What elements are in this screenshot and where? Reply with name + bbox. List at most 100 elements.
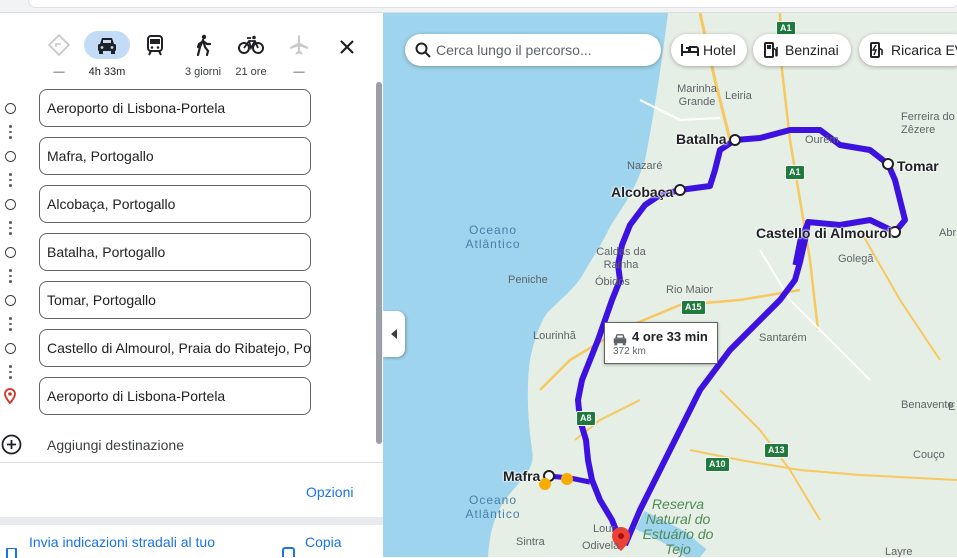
- stop-4-input[interactable]: Batalha, Portogallo: [39, 233, 311, 271]
- collapse-panel-button[interactable]: [383, 311, 405, 357]
- waypoint-circle-icon: [5, 343, 16, 354]
- gas-station-icon: [764, 42, 778, 58]
- divider: [0, 462, 383, 463]
- map-label-reserve: Reserva Natural do Estuário do Tejo: [642, 496, 714, 557]
- options-button[interactable]: Opzioni: [306, 484, 353, 500]
- road-shield-a10: A10: [705, 457, 730, 472]
- map-label-marinha-grande: Marinha Grande: [677, 83, 717, 108]
- chip-gas-stations[interactable]: Benzinai: [753, 34, 851, 66]
- map-label-batalha[interactable]: Batalha: [676, 131, 727, 147]
- ev-charging-icon: [870, 42, 883, 58]
- road-shield-a15: A15: [681, 300, 706, 315]
- stop-7: Aeroporto di Lisbona-Portela: [0, 377, 383, 417]
- map-label-layre: Layre: [885, 546, 913, 557]
- road-shield-a1b: A1: [785, 165, 805, 180]
- waypoint-circle-icon: [5, 295, 16, 306]
- send-directions-row: Invia indicazioni stradali al tuo Copia: [0, 533, 383, 558]
- map-label-alcobaca[interactable]: Alcobaça: [611, 184, 673, 200]
- map-label-mafra[interactable]: Mafra: [503, 468, 540, 484]
- waypoint-circle-icon: [5, 151, 16, 162]
- waypoint-circle-icon: [5, 103, 16, 114]
- route-duration: 4 ore 33 min: [632, 329, 708, 344]
- search-placeholder: Cerca lungo il percorso...: [436, 42, 592, 58]
- walking-icon: [180, 31, 226, 59]
- chip-hotel[interactable]: Hotel: [671, 34, 747, 66]
- travel-modes: — 4h 33m 3 giorni 21 ore —: [34, 27, 374, 89]
- diamond-route-icon: [36, 31, 82, 59]
- add-circle-icon: [1, 434, 22, 455]
- road-shield-a8: A8: [576, 411, 596, 426]
- chip-ev-charging[interactable]: Ricarica EV: [859, 34, 957, 66]
- map-label-obidos: Óbidos: [595, 276, 630, 288]
- waypoint-circle-icon: [5, 247, 16, 258]
- close-button[interactable]: [333, 33, 361, 61]
- copy-link[interactable]: Copia: [305, 534, 342, 550]
- stop-3-input[interactable]: Alcobaça, Portogallo: [39, 185, 311, 223]
- mode-flights[interactable]: —: [274, 27, 324, 89]
- directions-panel: — 4h 33m 3 giorni 21 ore — Aeroporto di …: [0, 13, 383, 558]
- bicycle-icon: [228, 31, 274, 59]
- stop-2-input[interactable]: Mafra, Portogallo: [39, 137, 311, 175]
- car-icon: [613, 334, 627, 346]
- map-canvas[interactable]: Batalha Tomar Alcobaça Castello di Almou…: [383, 13, 957, 557]
- map-label-almourol[interactable]: Castello di Almourol: [756, 225, 892, 241]
- section-divider: [0, 517, 383, 525]
- stop-5: Tomar, Portogallo: [0, 281, 383, 321]
- map-label-tomar[interactable]: Tomar: [897, 158, 939, 174]
- road-shield-a13: A13: [764, 443, 789, 458]
- stop-3: Alcobaça, Portogallo: [0, 185, 383, 225]
- chevron-left-icon: [391, 329, 397, 339]
- mode-walking[interactable]: 3 giorni: [178, 27, 228, 89]
- stop-7-input[interactable]: Aeroporto di Lisbona-Portela: [39, 377, 311, 415]
- stop-1: Aeroporto di Lisbona-Portela: [0, 89, 383, 129]
- map-label-odivela: Odivela: [582, 540, 620, 552]
- map-label-nazare: Nazaré: [627, 160, 663, 172]
- chip-ev-label: Ricarica EV: [891, 42, 957, 58]
- browser-top-strip: [0, 0, 957, 13]
- map-label-caldas: Caldas da Rainha: [596, 246, 646, 271]
- car-icon: [84, 31, 130, 59]
- map-label-ferreira: Ferreira do Zêzere: [901, 111, 955, 136]
- map-label-e: E: [948, 401, 956, 413]
- map-label-leiria: Leiria: [725, 90, 752, 102]
- stop-6-input[interactable]: Castello di Almourol, Praia do Ribatejo,…: [39, 329, 311, 367]
- copy-link-icon: [282, 547, 295, 557]
- map-label-ocean-south: Oceano Atlântico: [465, 493, 521, 521]
- map-label-golega: Golegã: [838, 253, 874, 265]
- route-distance: 372 km: [613, 346, 646, 357]
- map-label-lour: Lour: [593, 523, 616, 535]
- add-destination-label: Aggiungi destinazione: [47, 437, 184, 453]
- destination-pin-icon: [4, 388, 16, 404]
- map-label-peniche: Peniche: [508, 274, 548, 286]
- map-label-abr: Abr: [939, 227, 957, 239]
- map-label-sintra: Sintra: [516, 536, 545, 548]
- map-label-benavente: Benavente: [901, 399, 954, 411]
- waypoint-circle-icon: [5, 199, 16, 210]
- stop-2: Mafra, Portogallo: [0, 137, 383, 177]
- panel-scrollbar[interactable]: [376, 82, 382, 444]
- airplane-icon: [276, 31, 322, 59]
- map-label-santarem: Santarém: [759, 332, 807, 344]
- mode-flights-label: —: [293, 66, 305, 78]
- route-search-box[interactable]: Cerca lungo il percorso...: [405, 34, 661, 66]
- stop-1-input[interactable]: Aeroporto di Lisbona-Portela: [39, 89, 311, 127]
- search-icon: [415, 42, 431, 58]
- address-pill: [28, 0, 957, 8]
- stop-6: Castello di Almourol, Praia do Ribatejo,…: [0, 329, 383, 369]
- send-directions-link[interactable]: Invia indicazioni stradali al tuo: [29, 534, 215, 550]
- chip-hotel-label: Hotel: [703, 42, 736, 58]
- chip-gas-label: Benzinai: [785, 42, 839, 58]
- route-info-bubble[interactable]: 4 ore 33 min 372 km: [604, 322, 718, 364]
- bed-icon: [681, 44, 699, 56]
- mode-cycling[interactable]: 21 ore: [226, 27, 276, 89]
- mode-driving[interactable]: 4h 33m: [82, 27, 132, 89]
- map-label-couco: Couço: [913, 449, 945, 461]
- map-label-lourinha: Lourinhã: [533, 330, 576, 342]
- mode-best-route[interactable]: —: [34, 27, 84, 89]
- mode-transit[interactable]: [130, 27, 180, 89]
- add-destination-button[interactable]: Aggiungi destinazione: [0, 433, 383, 459]
- train-icon: [132, 31, 178, 59]
- map-label-rio-maior: Rio Maior: [666, 284, 714, 296]
- stop-5-input[interactable]: Tomar, Portogallo: [39, 281, 311, 319]
- close-icon: [340, 40, 354, 54]
